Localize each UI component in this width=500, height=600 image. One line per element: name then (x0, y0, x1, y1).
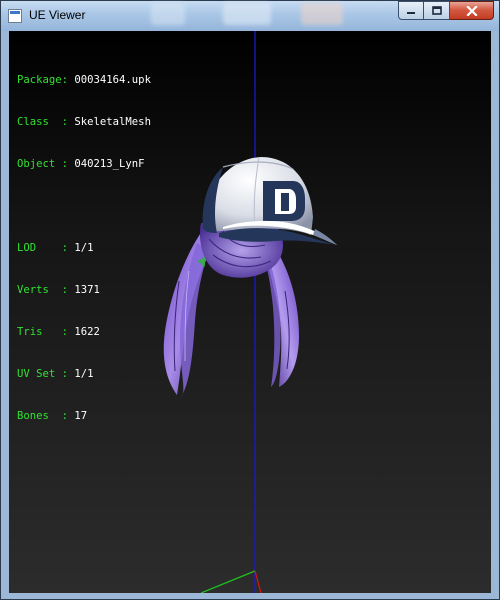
3d-viewport[interactable]: Package: 00034164.upk Class : SkeletalMe… (9, 31, 491, 593)
background-blur (301, 3, 343, 25)
info-value: 17 (74, 410, 88, 422)
info-label: UV Set : (17, 368, 75, 380)
mesh-info-overlay: Package: 00034164.upk Class : SkeletalMe… (17, 45, 151, 451)
caption-buttons (398, 1, 494, 20)
app-window: UE Viewer Package: 00034164.upk Class: … (0, 0, 500, 600)
info-row-tris: Tris : 1622 (17, 325, 151, 339)
title-bar[interactable]: UE Viewer (1, 1, 499, 31)
minimize-button[interactable] (398, 1, 424, 20)
maximize-button[interactable] (424, 1, 450, 20)
info-value: 1/1 (74, 242, 94, 254)
info-label: Package: (17, 74, 75, 86)
close-button[interactable] (450, 1, 494, 20)
info-label: Object : (17, 158, 75, 170)
window-title: UE Viewer (29, 8, 86, 22)
info-row-package: Package: 00034164.upk (17, 73, 151, 87)
info-row-lod: LOD : 1/1 (17, 241, 151, 255)
info-row-object: Object : 040213_LynF (17, 157, 151, 171)
info-row-verts: Verts : 1371 (17, 283, 151, 297)
info-value: 1/1 (74, 368, 94, 380)
info-row-uvset: UV Set : 1/1 (17, 367, 151, 381)
info-value: 1622 (74, 326, 100, 338)
axis-gizmo (200, 570, 262, 593)
info-label: Verts : (17, 284, 75, 296)
minimize-icon (407, 11, 415, 14)
background-blur (151, 3, 185, 25)
app-icon (8, 9, 22, 23)
info-row-class: Class : SkeletalMesh (17, 115, 151, 129)
info-row-bones: Bones : 17 (17, 409, 151, 423)
info-label: LOD : (17, 242, 75, 254)
maximize-icon (431, 5, 442, 15)
info-value: 1371 (74, 284, 100, 296)
background-blur (223, 3, 271, 25)
info-label: Tris : (17, 326, 75, 338)
info-label: Bones : (17, 410, 75, 422)
info-value: 00034164.upk (74, 74, 151, 86)
skeletal-mesh (163, 156, 337, 397)
info-value: SkeletalMesh (74, 116, 151, 128)
info-value: 040213_LynF (74, 158, 145, 170)
cap-logo (263, 181, 305, 221)
info-label: Class : (17, 116, 75, 128)
close-icon (465, 5, 478, 16)
